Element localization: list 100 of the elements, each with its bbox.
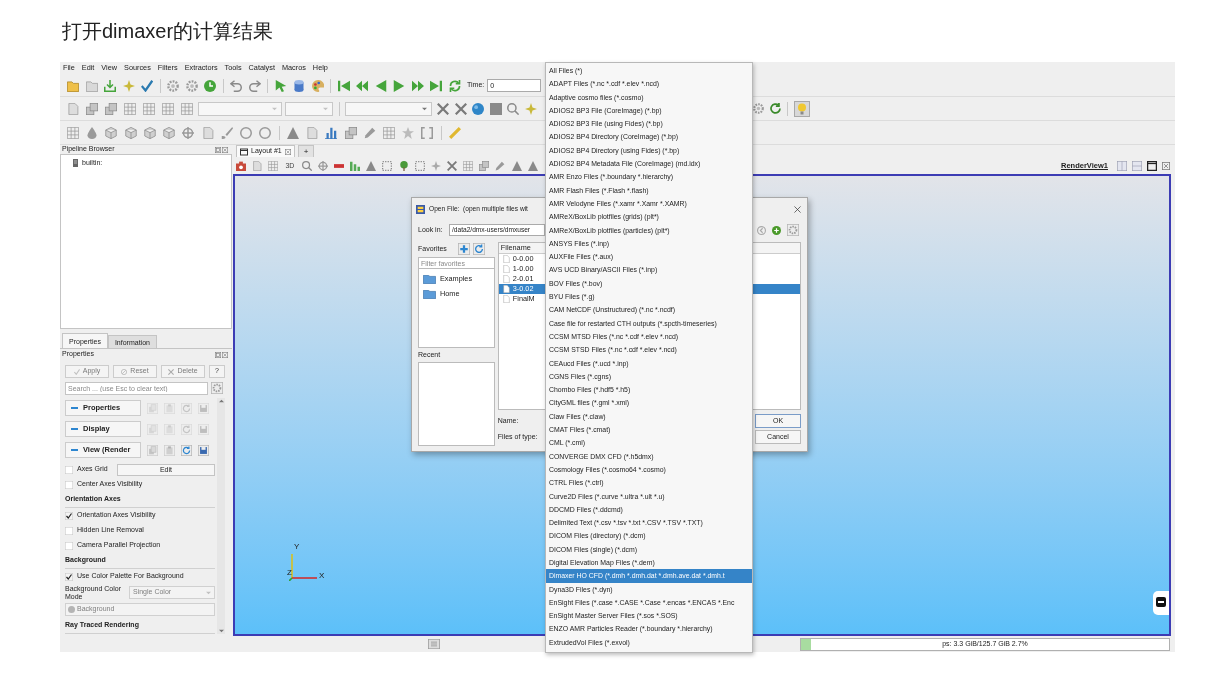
close-icon[interactable] [222,146,228,153]
dotted-square-icon[interactable] [382,160,393,171]
back-arrow-icon[interactable] [757,225,766,235]
undo-icon[interactable] [230,79,243,92]
grid-icon[interactable] [124,102,136,115]
folder-icon[interactable] [85,79,98,92]
skip-end-icon[interactable] [430,79,443,92]
cross-icon[interactable] [447,160,457,171]
redo-icon[interactable] [248,79,261,92]
gear-icon[interactable] [787,224,799,236]
copy-icon[interactable] [147,402,158,414]
gear-icon[interactable] [185,79,198,92]
gear-icon[interactable] [167,79,180,92]
maximize-icon[interactable] [1147,160,1157,171]
clipboard-icon[interactable] [164,402,175,414]
page-icon[interactable] [201,126,214,139]
download-icon[interactable] [104,79,117,92]
target-icon[interactable] [182,126,195,139]
close-icon[interactable] [284,148,291,155]
sparkle-icon[interactable] [524,102,537,115]
clipboard-icon[interactable] [164,423,175,435]
stack-icon[interactable] [105,102,117,115]
select-field[interactable] [285,101,333,116]
stack-icon[interactable] [344,126,357,139]
stack-icon[interactable] [479,160,490,171]
caret-down-icon[interactable] [218,629,224,633]
cube-icon[interactable] [143,126,156,139]
page-icon[interactable] [67,102,79,115]
cylinder-icon[interactable] [293,79,306,92]
minus-tab-icon[interactable] [1153,591,1169,615]
stack-icon[interactable] [86,102,98,115]
refresh-icon[interactable] [181,444,192,456]
sparkle-icon[interactable] [430,160,441,171]
scrollbar[interactable] [217,398,225,634]
caret-down-icon[interactable] [422,106,427,111]
close-icon[interactable] [1162,161,1170,170]
copy-icon[interactable] [147,423,158,435]
grid-icon[interactable] [181,102,193,115]
target-icon[interactable] [317,160,328,171]
cube-icon[interactable] [124,126,137,139]
bars-icon[interactable] [350,160,361,171]
grid-icon[interactable] [463,160,474,171]
dotted-square-icon[interactable] [414,160,425,171]
sphere-icon[interactable] [472,102,485,115]
grid-icon[interactable] [67,126,79,139]
play-icon[interactable] [393,79,406,92]
close-icon[interactable] [794,205,801,213]
drop-icon[interactable] [86,126,99,139]
new-tab[interactable]: + [297,145,315,157]
grid-icon[interactable] [143,102,155,115]
tree-icon[interactable] [398,160,409,171]
pencil-icon[interactable] [495,160,506,171]
select-field[interactable] [198,101,282,116]
cross-icon[interactable] [454,102,467,115]
gear-icon[interactable] [753,103,764,114]
cross-icon[interactable] [437,102,449,115]
grip-icon[interactable] [428,639,440,649]
refresh-icon[interactable] [473,243,485,255]
clock-icon[interactable] [204,79,217,92]
cursor-icon[interactable] [274,79,287,92]
pencil-icon[interactable] [363,126,376,139]
page-icon[interactable] [252,160,263,171]
grid-icon[interactable] [383,126,395,139]
copy-icon[interactable] [147,444,158,456]
zoom-icon[interactable] [507,102,520,115]
check-icon[interactable] [141,79,154,92]
camera-icon[interactable] [236,160,246,171]
bar-chart-icon[interactable] [325,126,338,139]
sparkle-icon[interactable] [122,79,135,92]
star-icon[interactable] [402,126,415,139]
lightbulb-icon[interactable] [794,100,810,117]
triangle-icon[interactable] [286,126,299,139]
loop-icon[interactable] [448,79,461,92]
skip-start-icon[interactable] [337,79,350,92]
triangle-icon[interactable] [366,160,377,171]
triangle-icon[interactable] [527,160,538,171]
float-icon[interactable] [215,146,221,153]
select-field[interactable] [345,101,432,116]
cube-icon[interactable] [105,126,118,139]
split-vertical-icon[interactable] [1132,160,1142,171]
float-icon[interactable] [215,351,221,358]
caret-up-icon[interactable] [218,399,224,403]
palette-icon[interactable] [311,79,324,92]
step-forward-icon[interactable] [411,79,424,92]
triangle-icon[interactable] [511,160,522,171]
play-reverse-icon[interactable] [374,79,387,92]
folder-icon[interactable] [67,79,79,92]
zoom-icon[interactable] [301,160,312,171]
floppy-disk-icon[interactable] [198,444,209,456]
plus-icon[interactable] [458,243,470,255]
gear-icon[interactable] [211,382,223,394]
clipboard-icon[interactable] [164,444,175,456]
grid-icon[interactable] [162,102,174,115]
circle-icon[interactable] [259,126,272,139]
circle-icon[interactable] [240,126,253,139]
checkbox[interactable] [65,572,73,581]
brackets-icon[interactable] [421,126,434,139]
grid-icon[interactable] [268,160,279,171]
step-back-icon[interactable] [356,79,369,92]
brush-icon[interactable] [220,126,233,139]
